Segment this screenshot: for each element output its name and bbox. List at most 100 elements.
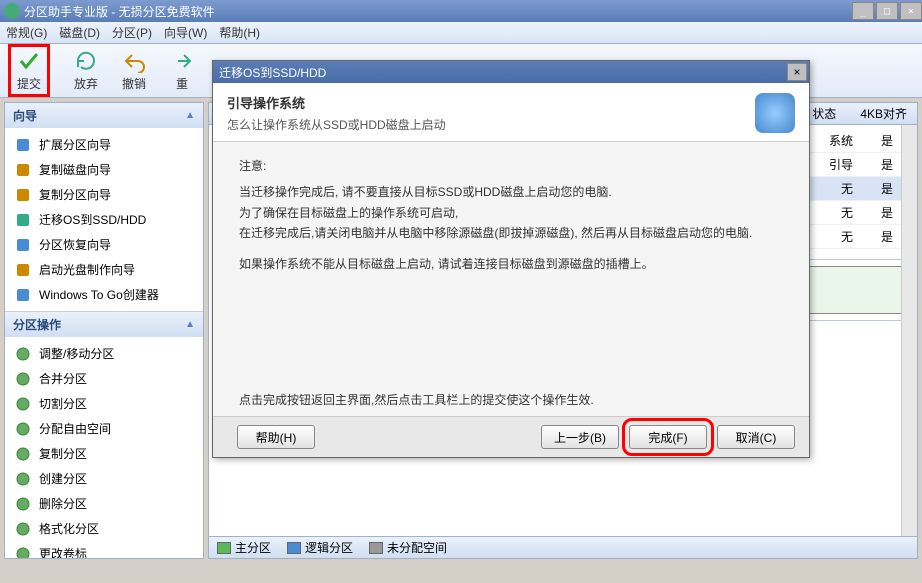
- ops-item-icon: [15, 521, 31, 537]
- dialog-close-button[interactable]: ×: [787, 63, 807, 81]
- cell-status: 无: [841, 204, 853, 221]
- ops-item-icon: [15, 471, 31, 487]
- ops-item-label: 删除分区: [39, 495, 87, 512]
- cell-status: 无: [841, 180, 853, 197]
- redo-label: 重: [176, 75, 188, 92]
- prev-button[interactable]: 上一步(B): [541, 425, 619, 449]
- ops-item-icon: [15, 496, 31, 512]
- ops-panel-header[interactable]: 分区操作 ▲: [5, 312, 203, 337]
- menu-wizard[interactable]: 向导(W): [164, 24, 207, 41]
- ops-item-icon: [15, 396, 31, 412]
- ops-item[interactable]: 分配自由空间: [5, 416, 203, 441]
- submit-button[interactable]: 提交: [17, 49, 41, 92]
- discard-button[interactable]: 放弃: [74, 49, 98, 92]
- help-button[interactable]: 帮助(H): [237, 425, 315, 449]
- wizard-title: 向导: [13, 107, 37, 124]
- ops-item[interactable]: 删除分区: [5, 491, 203, 516]
- ops-title: 分区操作: [13, 316, 61, 333]
- ops-item-label: 切割分区: [39, 395, 87, 412]
- legend-item: 未分配空间: [369, 539, 447, 556]
- legend-label: 逻辑分区: [305, 539, 353, 556]
- minimize-button[interactable]: _: [852, 2, 874, 20]
- legend-label: 主分区: [235, 539, 271, 556]
- discard-label: 放弃: [74, 75, 98, 92]
- legend: 主分区 逻辑分区 未分配空间: [209, 536, 917, 558]
- titlebar: 分区助手专业版 - 无损分区免费软件 _ □ ×: [0, 0, 922, 22]
- chevron-up-icon: ▲: [185, 110, 195, 121]
- dialog-title: 迁移OS到SSD/HDD: [219, 64, 326, 81]
- cell-align: 是: [881, 204, 893, 221]
- ops-item-icon: [15, 446, 31, 462]
- note-title: 注意:: [239, 156, 783, 176]
- chevron-up-icon: ▲: [185, 319, 195, 330]
- ops-item-icon: [15, 371, 31, 387]
- wizard-item-icon: [15, 137, 31, 153]
- menu-disk[interactable]: 磁盘(D): [59, 24, 100, 41]
- ops-item-icon: [15, 546, 31, 560]
- ops-item[interactable]: 更改卷标: [5, 541, 203, 559]
- ops-item[interactable]: 复制分区: [5, 441, 203, 466]
- menu-partition[interactable]: 分区(P): [112, 24, 152, 41]
- wizard-panel-header[interactable]: 向导 ▲: [5, 103, 203, 128]
- wizard-item[interactable]: 复制磁盘向导: [5, 157, 203, 182]
- ops-item[interactable]: 切割分区: [5, 391, 203, 416]
- ops-item-label: 合并分区: [39, 370, 87, 387]
- cell-align: 是: [881, 156, 893, 173]
- col-align: 4KB对齐: [860, 105, 907, 122]
- ops-item-label: 分配自由空间: [39, 420, 111, 437]
- undo-icon: [122, 49, 146, 73]
- wizard-item[interactable]: 分区恢复向导: [5, 232, 203, 257]
- menubar: 常规(G) 磁盘(D) 分区(P) 向导(W) 帮助(H): [0, 22, 922, 44]
- footer-note: 点击完成按钮返回主界面,然后点击工具栏上的提交使这个操作生效.: [239, 391, 783, 408]
- wizard-item-icon: [15, 187, 31, 203]
- cell-align: 是: [881, 180, 893, 197]
- wizard-item-label: 扩展分区向导: [39, 136, 111, 153]
- sidebar: 向导 ▲ 扩展分区向导复制磁盘向导复制分区向导迁移OS到SSD/HDD分区恢复向…: [4, 102, 204, 559]
- wizard-item-icon: [15, 162, 31, 178]
- wizard-item-label: 启动光盘制作向导: [39, 261, 135, 278]
- wizard-item-label: 复制分区向导: [39, 186, 111, 203]
- ops-item-label: 格式化分区: [39, 520, 99, 537]
- ops-item-label: 更改卷标: [39, 545, 87, 559]
- dialog-subheading: 怎么让操作系统从SSD或HDD磁盘上启动: [227, 116, 755, 133]
- wizard-item[interactable]: 迁移OS到SSD/HDD: [5, 207, 203, 232]
- redo-button[interactable]: 重: [170, 49, 194, 92]
- legend-label: 未分配空间: [387, 539, 447, 556]
- wizard-item[interactable]: 启动光盘制作向导: [5, 257, 203, 282]
- note-line1: 当迁移操作完成后, 请不要直接从目标SSD或HDD磁盘上启动您的电脑.: [239, 182, 783, 202]
- finish-button[interactable]: 完成(F): [629, 425, 707, 449]
- maximize-button[interactable]: □: [876, 2, 898, 20]
- redo-icon: [170, 49, 194, 73]
- cell-status: 无: [841, 228, 853, 245]
- wizard-item-icon: [15, 262, 31, 278]
- ops-item-icon: [15, 346, 31, 362]
- dialog-titlebar: 迁移OS到SSD/HDD ×: [213, 61, 809, 83]
- checkmark-icon: [17, 49, 41, 73]
- ops-item[interactable]: 格式化分区: [5, 516, 203, 541]
- app-icon: [4, 3, 20, 19]
- wizard-item-icon: [15, 212, 31, 228]
- ops-item[interactable]: 调整/移动分区: [5, 341, 203, 366]
- ops-item-label: 调整/移动分区: [39, 345, 114, 362]
- undo-button[interactable]: 撤销: [122, 49, 146, 92]
- menu-general[interactable]: 常规(G): [6, 24, 47, 41]
- wizard-item[interactable]: 扩展分区向导: [5, 132, 203, 157]
- col-status: 状态: [812, 105, 836, 122]
- wizard-item[interactable]: Windows To Go创建器: [5, 282, 203, 307]
- dialog-heading: 引导操作系统: [227, 93, 755, 112]
- cancel-button[interactable]: 取消(C): [717, 425, 795, 449]
- refresh-icon: [74, 49, 98, 73]
- cell-status: 引导: [829, 156, 853, 173]
- ops-item[interactable]: 创建分区: [5, 466, 203, 491]
- ops-item[interactable]: 合并分区: [5, 366, 203, 391]
- migrate-os-dialog: 迁移OS到SSD/HDD × 引导操作系统 怎么让操作系统从SSD或HDD磁盘上…: [212, 60, 810, 458]
- scrollbar[interactable]: [901, 125, 917, 536]
- menu-help[interactable]: 帮助(H): [219, 24, 260, 41]
- note-line2: 为了确保在目标磁盘上的操作系统可启动,: [239, 203, 783, 223]
- wizard-item-label: 复制磁盘向导: [39, 161, 111, 178]
- cell-status: 系统: [829, 132, 853, 149]
- wizard-item[interactable]: 复制分区向导: [5, 182, 203, 207]
- wizard-item-icon: [15, 237, 31, 253]
- close-button[interactable]: ×: [900, 2, 922, 20]
- submit-label: 提交: [17, 75, 41, 92]
